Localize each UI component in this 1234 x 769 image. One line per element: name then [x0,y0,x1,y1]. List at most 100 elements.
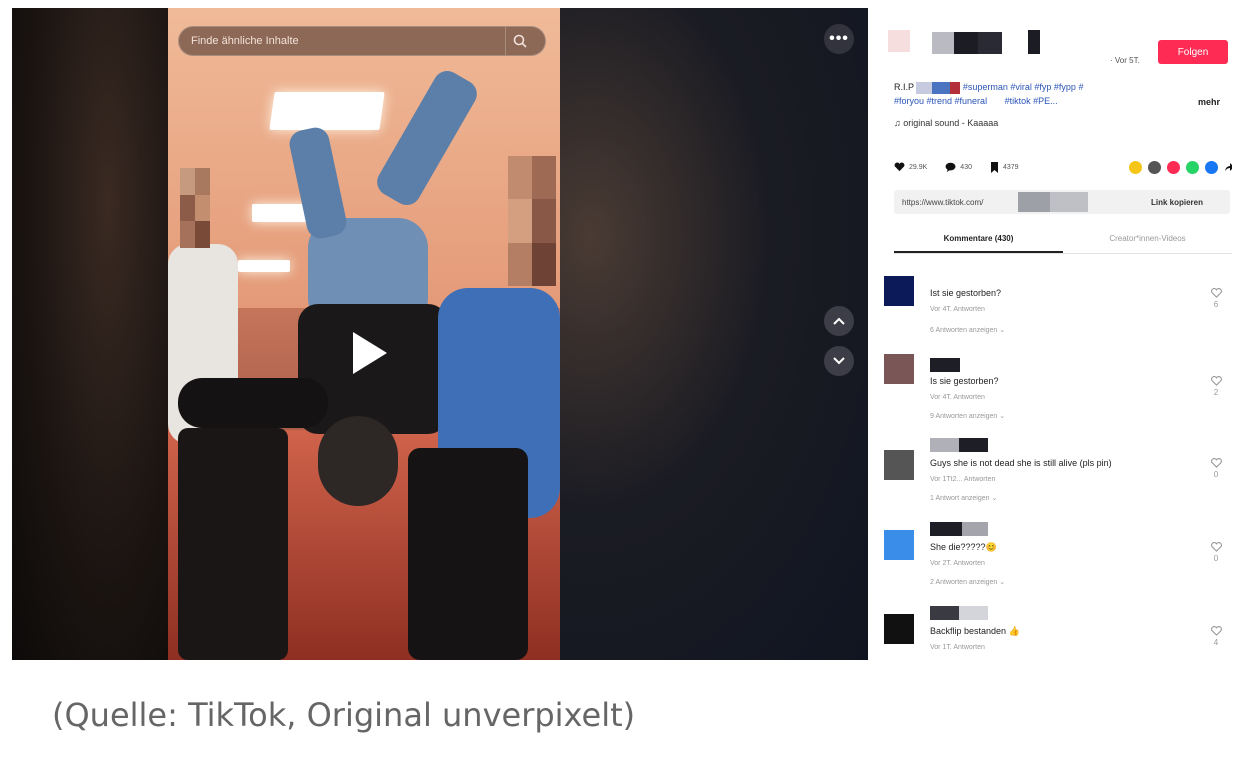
comment-meta[interactable]: Vor 1Tt2... Antworten [930,476,995,483]
view-replies-button[interactable]: 1 Antwort anzeigen ⌄ [930,494,997,502]
share-send-icon[interactable] [1167,160,1180,174]
pixelated-face [180,168,210,248]
comment-avatar[interactable] [884,354,914,384]
side-panel: · Vor 5T. Folgen R.I.P #superman #viral … [876,8,1232,660]
comment-like-button[interactable]: 0 [1210,542,1222,563]
share-whatsapp-icon[interactable] [1186,160,1199,174]
comment-list: Ist sie gestorben? Vor 4T. Antworten 6 A… [884,270,1230,660]
search-input[interactable]: Finde ähnliche Inhalte [191,35,505,47]
share-facebook-icon[interactable] [1205,160,1218,174]
caption-tags[interactable]: #superman #viral #fyp #fypp # [963,82,1084,92]
arm [178,378,328,428]
comment-item: She die?????😊 Vor 2T. Antworten 2 Antwor… [884,522,1230,606]
censored-username [930,358,960,372]
comment-text: Ist sie gestorben? [930,288,1002,298]
play-icon [353,332,387,374]
comment-meta[interactable]: Vor 4T. Antworten [930,306,985,313]
comment-item: Guys she is not dead she is still alive … [884,438,1230,522]
censored-username [930,606,988,620]
tab-creator-videos[interactable]: Creator*innen-Videos [1063,228,1232,253]
video-frame[interactable] [168,8,560,660]
comment-like-button[interactable]: 4 [1210,626,1222,647]
censored-block [950,81,961,94]
heart-outline-icon [1210,376,1222,386]
person-dark-right [408,448,528,660]
original-sound-link[interactable]: ♫ original sound - Kaaaaa [894,118,998,128]
caption-prefix: R.I.P [894,82,914,92]
caption-more-link[interactable]: mehr [1198,97,1220,107]
comment-meta[interactable]: Vor 2T. Antworten [930,560,985,567]
video-blur-right [560,8,868,660]
comment-avatar[interactable] [884,614,914,644]
search-bar[interactable]: Finde ähnliche Inhalte [178,26,546,56]
pixelated-face [508,156,556,286]
censored-block [932,32,954,54]
comment-meta[interactable]: Vor 4T. Antworten [930,394,985,401]
tab-comments[interactable]: Kommentare (430) [894,228,1063,253]
follow-button[interactable]: Folgen [1158,40,1228,64]
censored-username [930,522,988,536]
comment-like-button[interactable]: 2 [1210,376,1222,397]
save-count: 4379 [1002,163,1019,171]
link-url-field[interactable]: https://www.tiktok.com/ [894,190,1124,214]
like-stat[interactable]: 29.9K [894,162,927,172]
comment-like-count: 4 [1213,638,1219,647]
image-caption: (Quelle: TikTok, Original unverpixelt) [52,696,636,734]
search-icon[interactable] [505,27,533,55]
video-blur-left [12,8,172,660]
censored-block [916,81,933,94]
copy-link-button[interactable]: Link kopieren [1124,198,1230,207]
link-url: https://www.tiktok.com/ [902,197,984,207]
view-replies-button[interactable]: 9 Antworten anzeigen ⌄ [930,412,1005,420]
ceiling-light [238,260,290,272]
comment-icon [945,162,956,172]
comment-like-count: 2 [1213,388,1219,397]
comment-text: Guys she is not dead she is still alive … [930,458,1112,468]
caption-tags[interactable]: #tiktok #PE... [1005,96,1058,106]
next-video-button[interactable] [824,346,854,376]
comment-stat[interactable]: 430 [945,162,972,172]
engagement-stats: 29.9K 430 4379 [894,157,1232,177]
post-time: · Vor 5T. [1110,56,1140,65]
comment-like-count: 0 [1213,470,1219,479]
censored-block [954,32,978,54]
screenshot-root: Finde ähnliche Inhalte ••• · Vor 5T. Fol… [0,0,1234,769]
share-emoji-icon[interactable] [1129,160,1142,174]
previous-video-button[interactable] [824,306,854,336]
comment-item: Is sie gestorben? Vor 4T. Antworten 9 An… [884,354,1230,438]
avatar[interactable] [888,30,910,52]
comment-avatar[interactable] [884,276,914,306]
comment-like-count: 0 [1213,554,1219,563]
share-embed-icon[interactable] [1148,160,1161,174]
comment-like-button[interactable]: 0 [1210,458,1222,479]
view-replies-button[interactable]: 6 Antworten anzeigen ⌄ [930,326,1005,334]
ceiling-light [269,92,385,130]
comment-avatar[interactable] [884,530,914,560]
heart-outline-icon [1210,458,1222,468]
comment-count: 430 [960,163,972,171]
heart-outline-icon [1210,542,1222,552]
share-arrow-icon[interactable] [1224,162,1232,172]
play-button[interactable] [346,330,392,376]
censored-block [932,81,951,94]
more-options-button[interactable]: ••• [824,24,854,54]
comment-avatar[interactable] [884,450,914,480]
save-stat[interactable]: 4379 [990,161,1019,173]
person-dark-lower [178,428,288,660]
caption-tags[interactable]: #foryou #trend #funeral [894,96,987,106]
censored-block [1050,192,1088,212]
copy-link-box: https://www.tiktok.com/ Link kopieren [894,190,1230,214]
chevron-up-icon [833,317,845,325]
censored-username [930,438,988,452]
censored-block [1018,192,1050,212]
head [318,416,398,506]
heart-icon [894,162,905,172]
comment-like-count: 6 [1213,300,1219,309]
view-replies-button[interactable]: 2 Antworten anzeigen ⌄ [930,578,1005,586]
comment-like-button[interactable]: 6 [1210,288,1222,309]
comment-meta[interactable]: Vor 1T. Antworten [930,644,985,651]
like-count: 29.9K [909,163,928,171]
video-player[interactable]: Finde ähnliche Inhalte ••• [12,8,868,660]
bookmark-icon [990,161,998,173]
heart-outline-icon [1210,288,1222,298]
